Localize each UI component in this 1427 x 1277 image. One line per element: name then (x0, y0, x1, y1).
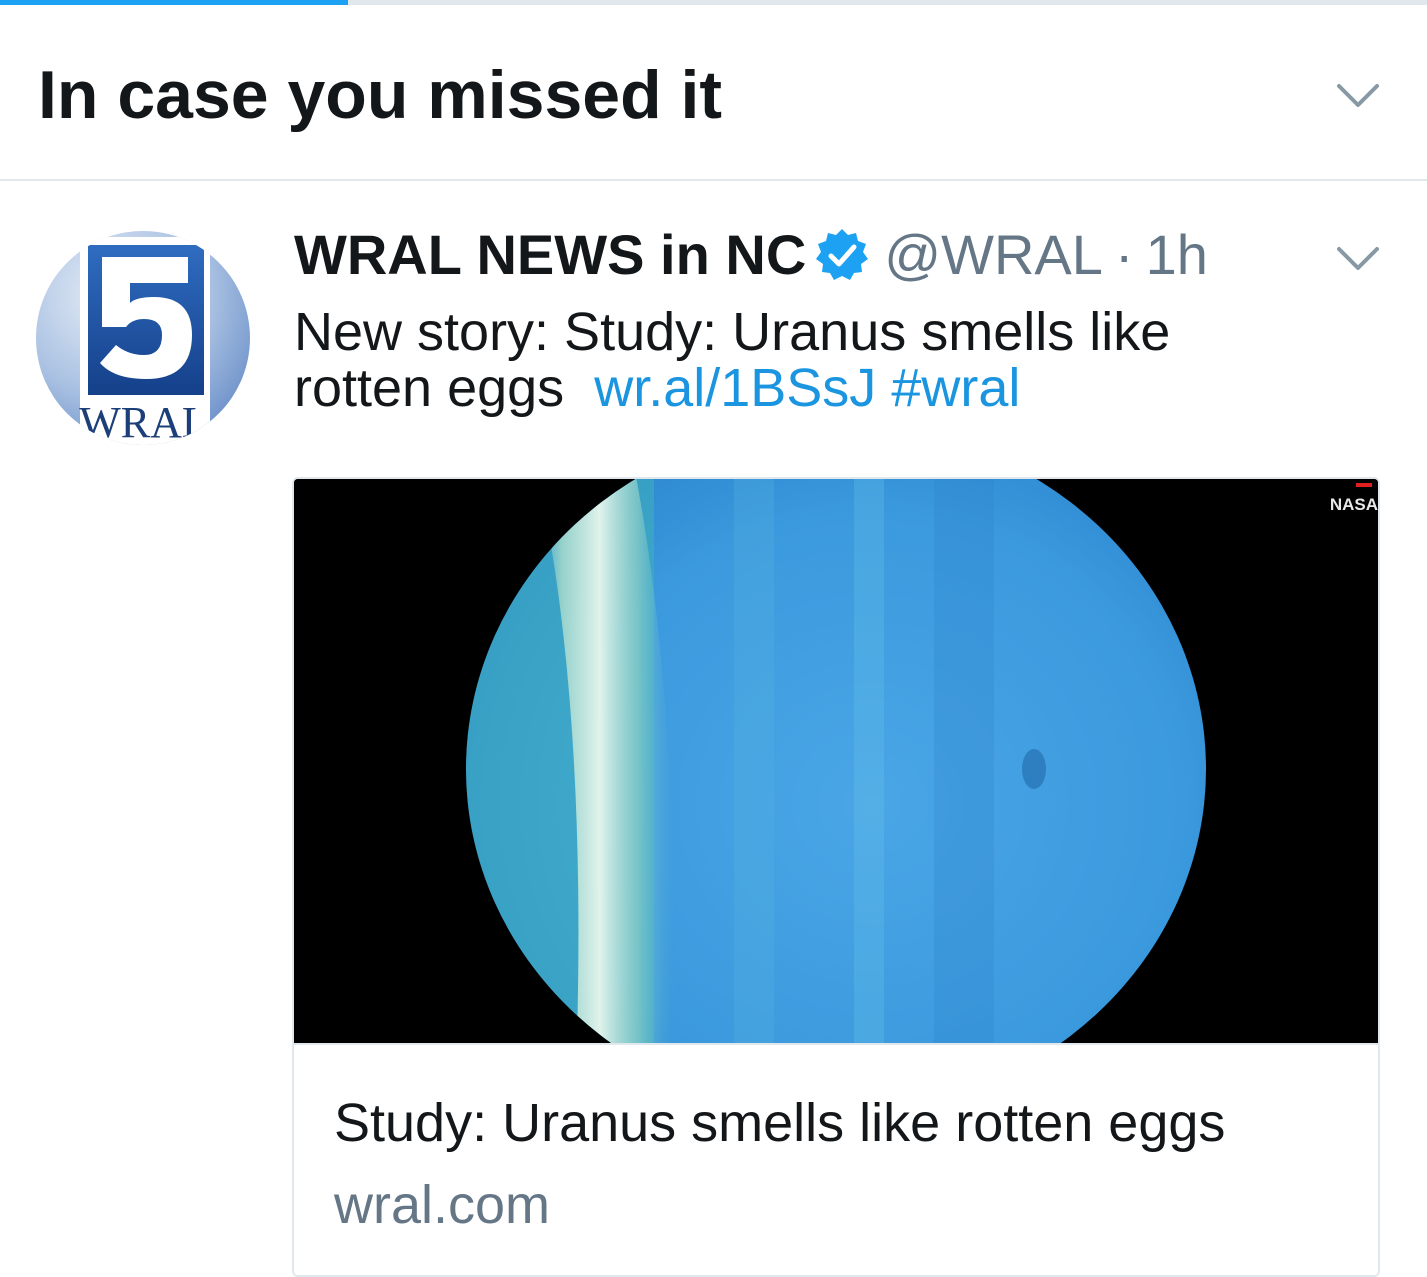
tweet-link[interactable]: wr.al/1BSsJ (594, 358, 876, 418)
image-watermark: NASA (1329, 495, 1378, 514)
avatar-logo-text: WRAL (79, 398, 209, 445)
verified-badge-icon (814, 227, 870, 283)
tweet-text: New story: Study: Uranus smells like rot… (294, 304, 1324, 416)
tweet-header: WRAL NEWS in NC @WRAL · 1h (294, 222, 1208, 288)
timestamp[interactable]: 1h (1146, 222, 1208, 288)
card-image[interactable]: NASA (294, 479, 1378, 1045)
tweet-text-line: rotten eggs (294, 358, 565, 418)
chevron-down-icon[interactable] (1336, 246, 1380, 272)
chevron-down-icon[interactable] (1336, 83, 1380, 109)
separator-dot: · (1114, 223, 1134, 286)
watermark-mark (1356, 483, 1372, 487)
avatar[interactable]: WRAL (36, 231, 250, 445)
hashtag-link[interactable]: #wral (891, 358, 1020, 418)
author-handle[interactable]: @WRAL (884, 222, 1103, 288)
link-card[interactable]: NASA Study: Uranus smells like rotten eg… (292, 477, 1380, 1277)
card-title[interactable]: Study: Uranus smells like rotten eggs (334, 1091, 1225, 1155)
section-header: In case you missed it (0, 5, 1427, 181)
card-domain: wral.com (334, 1175, 551, 1235)
author-name[interactable]: WRAL NEWS in NC (294, 222, 806, 288)
section-title: In case you missed it (38, 57, 723, 133)
tweet-text-line: New story: Study: Uranus smells like (294, 302, 1171, 362)
